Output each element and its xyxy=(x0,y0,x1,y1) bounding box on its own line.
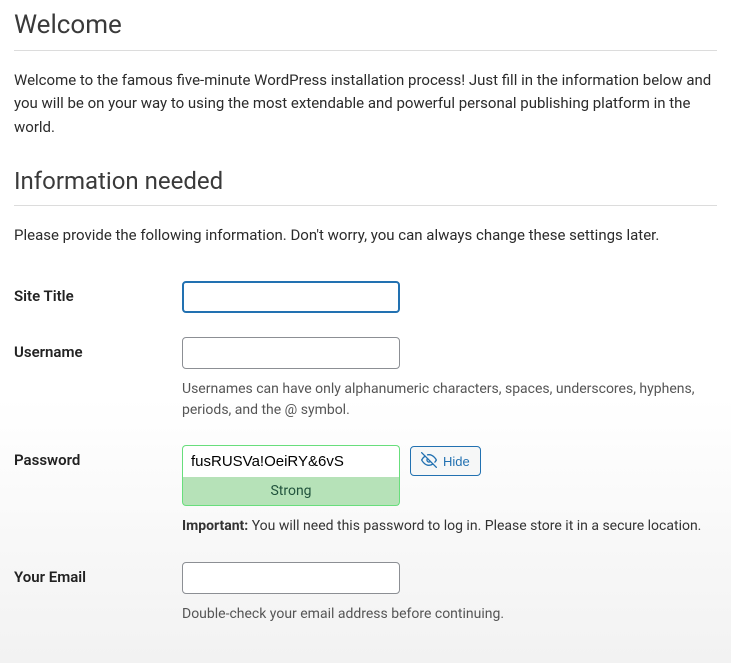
hide-password-button[interactable]: Hide xyxy=(410,446,481,476)
information-needed-heading: Information needed xyxy=(14,167,717,206)
information-needed-intro: Please provide the following information… xyxy=(14,224,717,247)
site-title-label: Site Title xyxy=(14,271,182,327)
email-input[interactable] xyxy=(182,562,400,594)
welcome-intro: Welcome to the famous five-minute WordPr… xyxy=(14,69,717,139)
eye-off-icon xyxy=(421,452,437,471)
password-label: Password xyxy=(14,435,182,552)
email-hint: Double-check your email address before c… xyxy=(182,604,712,625)
username-label: Username xyxy=(14,327,182,435)
site-title-input[interactable] xyxy=(182,281,400,313)
username-input[interactable] xyxy=(182,337,400,369)
email-label: Your Email xyxy=(14,552,182,639)
password-input[interactable] xyxy=(182,445,400,477)
password-strength-meter: Strong xyxy=(182,477,400,506)
hide-button-label: Hide xyxy=(443,454,470,469)
username-hint: Usernames can have only alphanumeric cha… xyxy=(182,379,712,421)
important-label: Important: xyxy=(182,518,248,534)
welcome-heading: Welcome xyxy=(14,10,717,51)
important-text: You will need this password to log in. P… xyxy=(248,518,701,534)
install-form-table: Site Title Username Usernames can have o… xyxy=(14,271,717,639)
password-important-note: Important: You will need this password t… xyxy=(182,516,717,538)
